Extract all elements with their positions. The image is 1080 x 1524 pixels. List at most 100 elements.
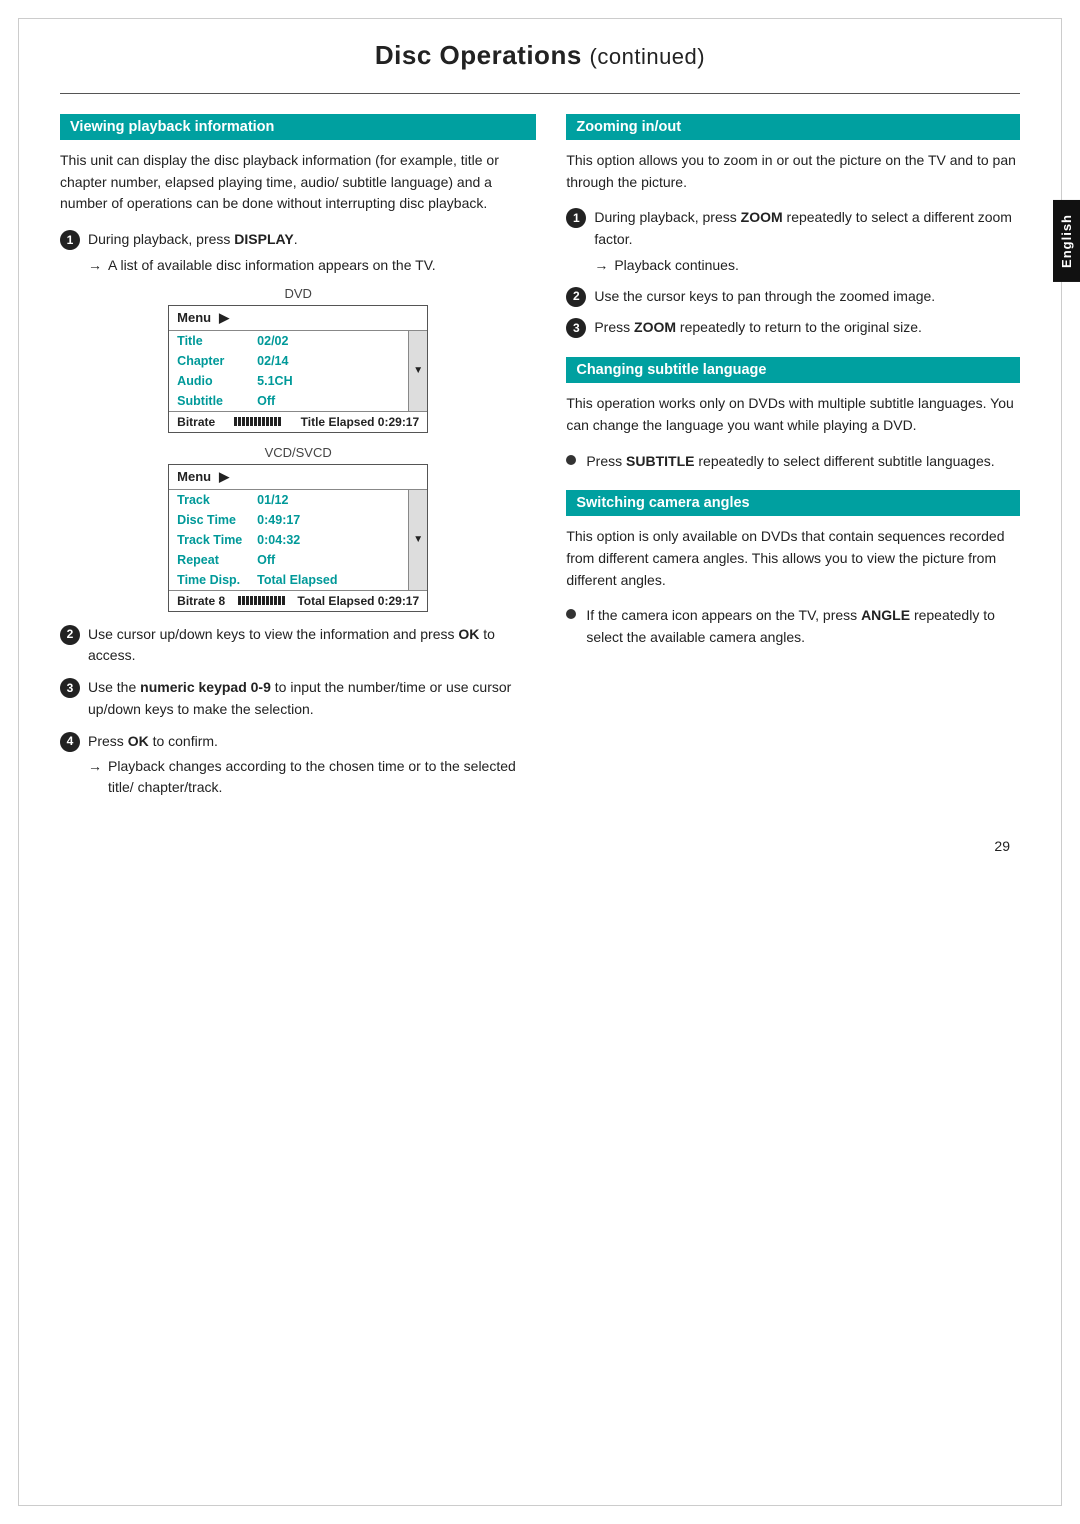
vcd-row-disctime: Disc Time0:49:17 xyxy=(169,510,408,530)
vcd-row-track: Track01/12 xyxy=(169,490,408,510)
section-header-viewing: Viewing playback information xyxy=(60,114,536,140)
section-header-zoom: Zooming in/out xyxy=(566,114,1020,140)
step2-text: Use cursor up/down keys to view the info… xyxy=(88,626,495,664)
vcd-row-tracktime: Track Time0:04:32 xyxy=(169,530,408,550)
step-2-content: Use cursor up/down keys to view the info… xyxy=(88,624,536,667)
vcd-menu-box: Menu ▶ Track01/12 Disc Time0:49:17 Track… xyxy=(168,464,428,612)
bullet-icon xyxy=(566,455,576,465)
title-text: Disc Operations xyxy=(375,40,582,70)
bar11 xyxy=(274,417,277,426)
english-tab: English xyxy=(1053,200,1080,282)
vcd-menu-content: Track01/12 Disc Time0:49:17 Track Time0:… xyxy=(169,490,427,590)
vcd-elapsed-label: Total Elapsed 0:29:17 xyxy=(297,594,419,608)
vbar10 xyxy=(274,596,277,605)
step1-arrow-text: A list of available disc information app… xyxy=(108,255,436,276)
dvd-menu-rows: Title02/02 Chapter02/14 Audio5.1CH Subti… xyxy=(169,331,408,411)
vbar11 xyxy=(278,596,281,605)
zoom-step-num-1: 1 xyxy=(566,208,586,228)
vbar5 xyxy=(254,596,257,605)
dvd-row-audio: Audio5.1CH xyxy=(169,371,408,391)
dvd-bitrate-label: Bitrate xyxy=(177,415,215,429)
step-3-keypad: 3 Use the numeric keypad 0-9 to input th… xyxy=(60,677,536,720)
bar6 xyxy=(254,417,257,426)
step-1-content: During playback, press DISPLAY. → A list… xyxy=(88,229,536,276)
vbar8 xyxy=(266,596,269,605)
bar9 xyxy=(266,417,269,426)
bar7 xyxy=(258,417,261,426)
zoom-step-num-3: 3 xyxy=(566,318,586,338)
dvd-bitrate-row: Bitrate Titl xyxy=(169,411,427,432)
vcd-bitrate-row: Bitrate 8 To xyxy=(169,590,427,611)
subtitle-bullet-text: Press SUBTITLE repeatedly to select diff… xyxy=(586,451,994,473)
vcd-row-repeat: RepeatOff xyxy=(169,550,408,570)
left-column: Viewing playback information This unit c… xyxy=(60,114,536,808)
dvd-menu-title-row: Menu ▶ xyxy=(169,306,427,331)
step4-arrow-text: Playback changes according to the chosen… xyxy=(108,756,536,798)
zoom-step-1: 1 During playback, press ZOOM repeatedly… xyxy=(566,207,1020,275)
section-header-subtitle: Changing subtitle language xyxy=(566,357,1020,383)
vbar6 xyxy=(258,596,261,605)
dvd-row-subtitle: SubtitleOff xyxy=(169,391,408,411)
step-4-ok: 4 Press OK to confirm. → Playback change… xyxy=(60,731,536,799)
page-number: 29 xyxy=(60,838,1020,854)
section-header-camera: Switching camera angles xyxy=(566,490,1020,516)
menu-arrow-icon: ▶ xyxy=(219,310,229,326)
zoom-step-1-content: During playback, press ZOOM repeatedly t… xyxy=(594,207,1020,275)
zoom-step-2-content: Use the cursor keys to pan through the z… xyxy=(594,286,1020,308)
step-num-1: 1 xyxy=(60,230,80,250)
bar10 xyxy=(270,417,273,426)
step4-arrow-icon: → xyxy=(88,756,102,777)
step1-text-before: During playback, press DISPLAY. xyxy=(88,231,298,247)
dvd-label: DVD xyxy=(60,286,536,301)
dvd-elapsed-label: Title Elapsed 0:29:17 xyxy=(301,415,420,429)
vcd-menu-title-row: Menu ▶ xyxy=(169,465,427,490)
step-4-content: Press OK to confirm. → Playback changes … xyxy=(88,731,536,799)
zoom-step2-text: Use the cursor keys to pan through the z… xyxy=(594,288,935,304)
dvd-menu-content: Title02/02 Chapter02/14 Audio5.1CH Subti… xyxy=(169,331,427,411)
zoom-step-2: 2 Use the cursor keys to pan through the… xyxy=(566,286,1020,308)
bar12 xyxy=(278,417,281,426)
step1-arrow: → A list of available disc information a… xyxy=(88,255,536,276)
vbar2 xyxy=(242,596,245,605)
vcd-bitrate-bars xyxy=(238,596,285,605)
step-2-cursor: 2 Use cursor up/down keys to view the in… xyxy=(60,624,536,667)
dvd-bitrate-bars xyxy=(234,417,281,426)
step-1-display: 1 During playback, press DISPLAY. → A li… xyxy=(60,229,536,276)
zoom-step1-arrow-text: Playback continues. xyxy=(614,255,739,276)
arrow-icon: → xyxy=(88,255,102,276)
zoom-step-num-2: 2 xyxy=(566,287,586,307)
step3-text: Use the numeric keypad 0-9 to input the … xyxy=(88,679,511,717)
step-3-content: Use the numeric keypad 0-9 to input the … xyxy=(88,677,536,720)
dvd-row-chapter: Chapter02/14 xyxy=(169,351,408,371)
vcd-row-timedisp: Time Disp.Total Elapsed xyxy=(169,570,408,590)
vbar7 xyxy=(262,596,265,605)
vcd-menu-rows: Track01/12 Disc Time0:49:17 Track Time0:… xyxy=(169,490,408,590)
zoom-arrow-icon: → xyxy=(594,255,608,276)
bar2 xyxy=(238,417,241,426)
dvd-row-title: Title02/02 xyxy=(169,331,408,351)
camera-bullet: If the camera icon appears on the TV, pr… xyxy=(566,605,1020,648)
vbar9 xyxy=(270,596,273,605)
bar1 xyxy=(234,417,237,426)
vbar3 xyxy=(246,596,249,605)
two-column-layout: Viewing playback information This unit c… xyxy=(60,114,1020,808)
subtitle-bullet: Press SUBTITLE repeatedly to select diff… xyxy=(566,451,1020,473)
zoom-step-3-content: Press ZOOM repeatedly to return to the o… xyxy=(594,317,1020,339)
step-num-2: 2 xyxy=(60,625,80,645)
viewing-body: This unit can display the disc playback … xyxy=(60,150,536,215)
vcd-menu-arrow: ▶ xyxy=(219,469,229,485)
step-num-3: 3 xyxy=(60,678,80,698)
bar8 xyxy=(262,417,265,426)
dvd-menu-title: Menu xyxy=(177,310,211,325)
camera-body: This option is only available on DVDs th… xyxy=(566,526,1020,591)
vbar12 xyxy=(282,596,285,605)
subtitle-body: This operation works only on DVDs with m… xyxy=(566,393,1020,436)
zoom-step-3: 3 Press ZOOM repeatedly to return to the… xyxy=(566,317,1020,339)
bar5 xyxy=(250,417,253,426)
camera-bullet-icon xyxy=(566,609,576,619)
title-divider xyxy=(60,93,1020,94)
zoom-body: This option allows you to zoom in or out… xyxy=(566,150,1020,193)
vcd-menu-title: Menu xyxy=(177,469,211,484)
vcd-bitrate-label: Bitrate 8 xyxy=(177,594,225,608)
vbar4 xyxy=(250,596,253,605)
